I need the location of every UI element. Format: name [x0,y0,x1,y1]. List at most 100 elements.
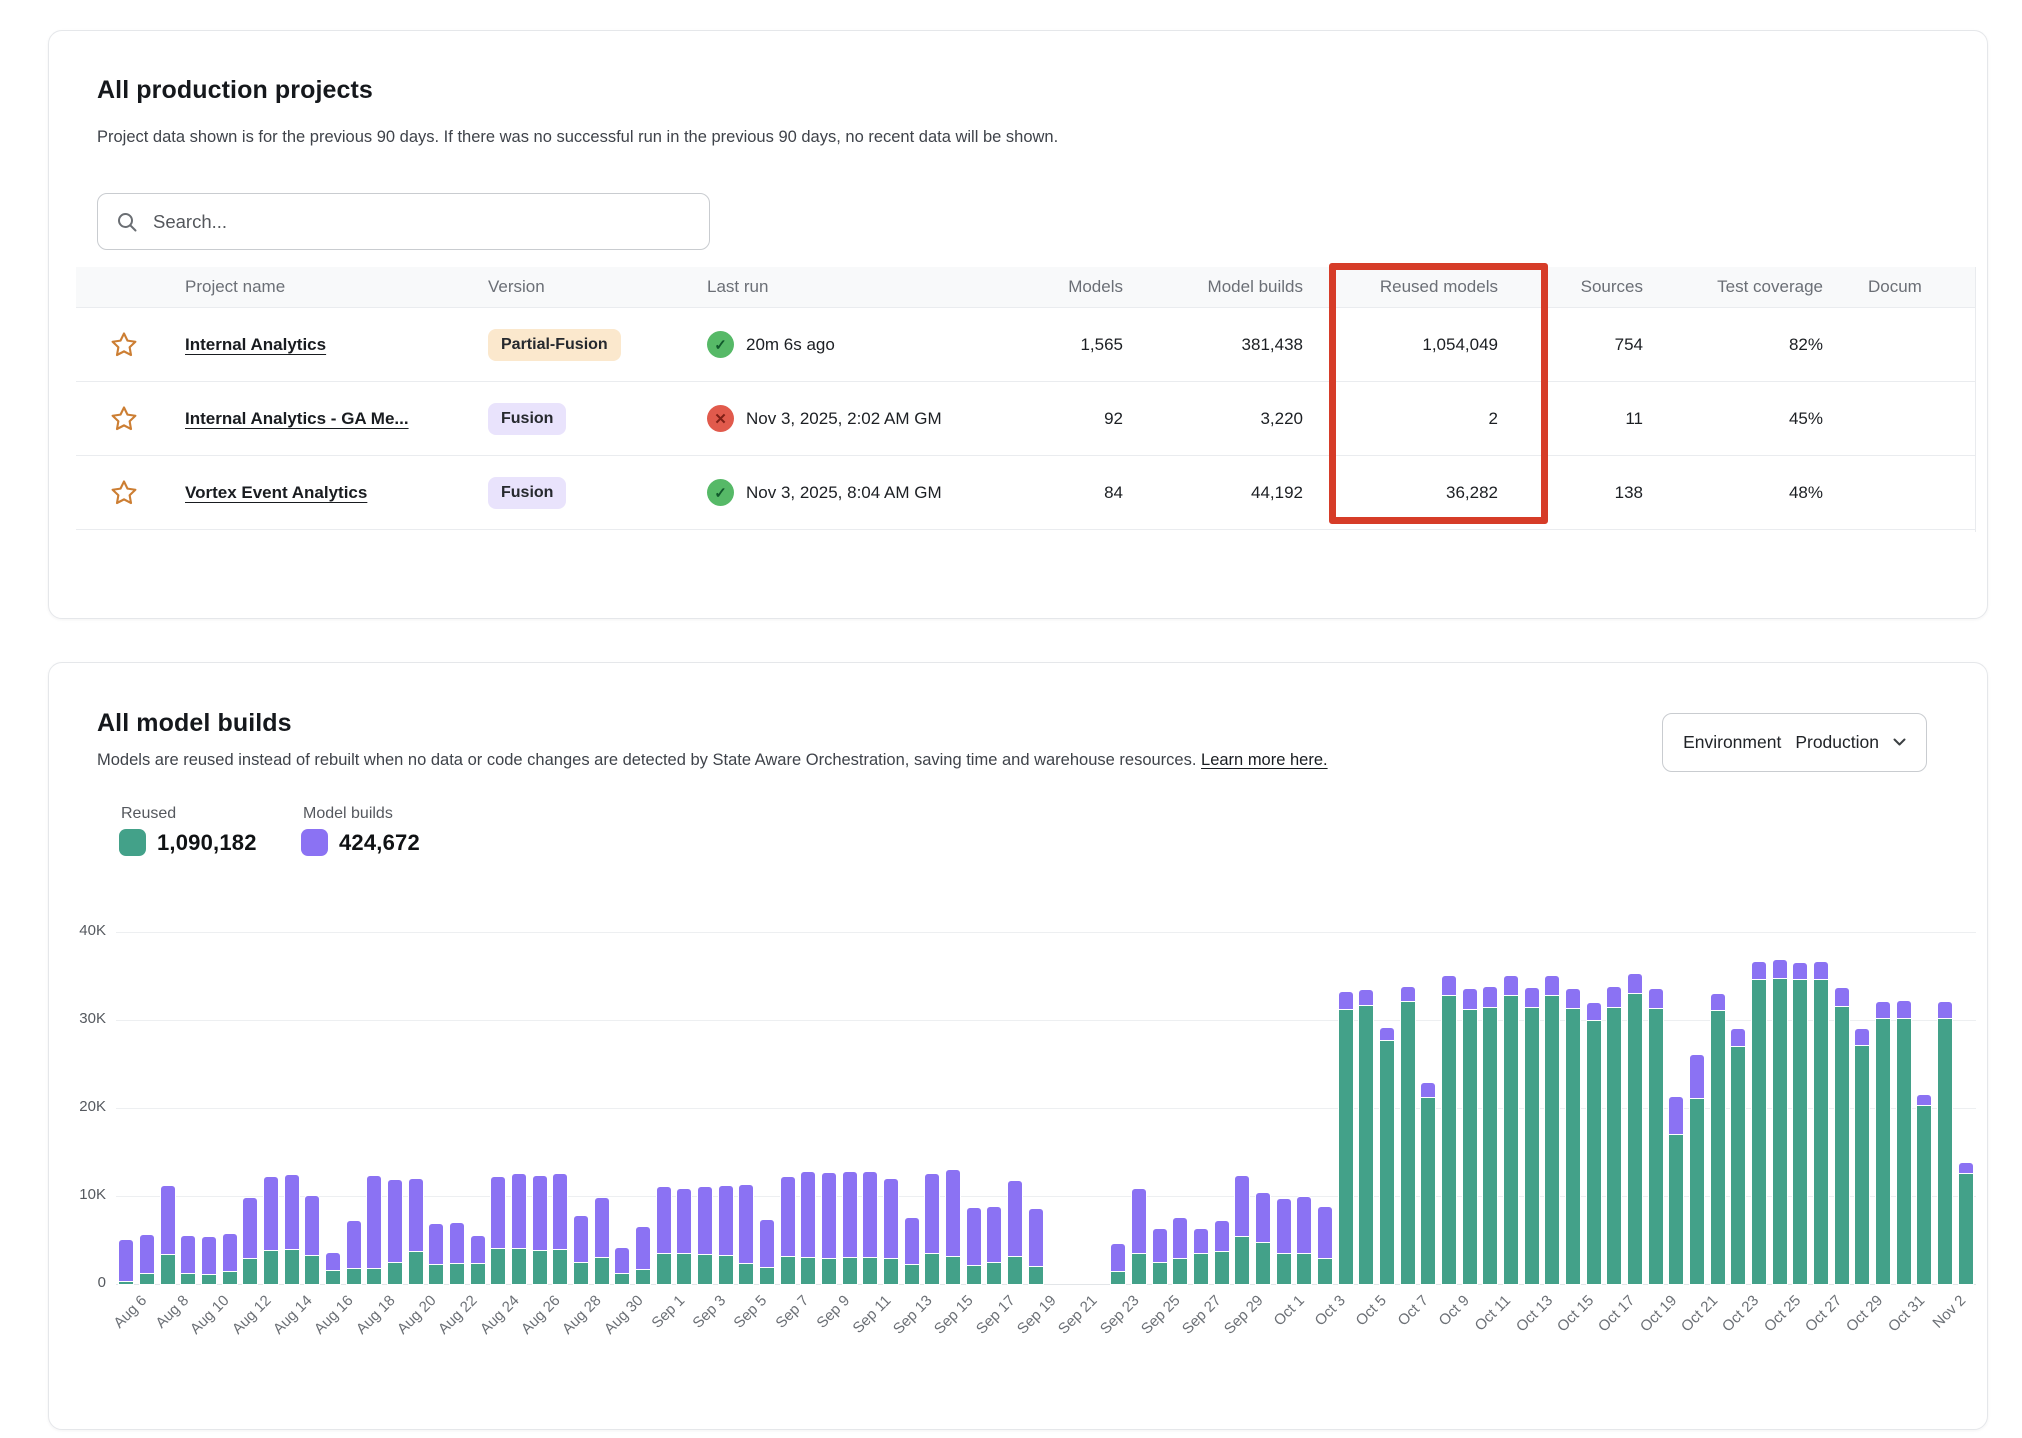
chart-bar[interactable] [905,663,919,1284]
chart-bar[interactable] [1752,663,1766,1284]
chart-bar[interactable] [760,663,774,1284]
chart-bar[interactable] [863,663,877,1284]
chart-bar[interactable] [367,663,381,1284]
search-box[interactable] [97,193,710,250]
chart-bar[interactable] [1173,663,1187,1284]
search-input[interactable] [151,210,691,234]
chart-bar[interactable] [1401,663,1415,1284]
chart-bar[interactable] [1669,663,1683,1284]
chart-bar[interactable] [1793,663,1807,1284]
col-header-docum[interactable]: Docum [1831,277,1976,297]
chart-bar[interactable] [285,663,299,1284]
chart-bar[interactable] [119,663,133,1284]
chart-bar[interactable] [1318,663,1332,1284]
col-header-last-run[interactable]: Last run [686,277,1006,297]
chart-bar[interactable] [967,663,981,1284]
chart-bar[interactable] [987,663,1001,1284]
chart-bar[interactable] [264,663,278,1284]
chart-bar[interactable] [1690,663,1704,1284]
chart-bar[interactable] [1029,663,1043,1284]
project-name-link[interactable]: Internal Analytics - GA Me... [185,409,409,428]
chart-bar[interactable] [223,663,237,1284]
chart-bar[interactable] [1483,663,1497,1284]
chart-bar[interactable] [1711,663,1725,1284]
chart-bar[interactable] [574,663,588,1284]
chart-bar[interactable] [388,663,402,1284]
chart-bar[interactable] [801,663,815,1284]
chart-bar[interactable] [1814,663,1828,1284]
chart-bar[interactable] [553,663,567,1284]
chart-bar[interactable] [1525,663,1539,1284]
chart-bar[interactable] [1463,663,1477,1284]
chart-bar[interactable] [1897,663,1911,1284]
chart-bar[interactable] [1194,663,1208,1284]
col-header-test-coverage[interactable]: Test coverage [1651,277,1831,297]
chart-bar[interactable] [1835,663,1849,1284]
chart-bar[interactable] [1297,663,1311,1284]
chart-bar[interactable] [677,663,691,1284]
chart-bar[interactable] [1132,663,1146,1284]
chart-bar[interactable] [1566,663,1580,1284]
chart-bar[interactable] [1215,663,1229,1284]
chart-bar[interactable] [1917,663,1931,1284]
star-icon[interactable] [109,404,139,434]
chart-bar[interactable] [243,663,257,1284]
chart-bar[interactable] [843,663,857,1284]
chart-bar[interactable] [140,663,154,1284]
chart-bar[interactable] [181,663,195,1284]
chart-bar[interactable] [161,663,175,1284]
chart-bar[interactable] [1649,663,1663,1284]
chart-bar[interactable] [1855,663,1869,1284]
chart-bar[interactable] [1421,663,1435,1284]
chart-bar[interactable] [739,663,753,1284]
chart-bar[interactable] [1876,663,1890,1284]
chart-bar[interactable] [429,663,443,1284]
chart-bar[interactable] [1545,663,1559,1284]
chart-bar[interactable] [326,663,340,1284]
star-icon[interactable] [109,330,139,360]
chart-bar[interactable] [202,663,216,1284]
chart-bar[interactable] [1938,663,1952,1284]
chart-bar[interactable] [1380,663,1394,1284]
chart-bar[interactable] [1731,663,1745,1284]
star-icon[interactable] [109,478,139,508]
chart-bar[interactable] [1008,663,1022,1284]
chart-bar[interactable] [822,663,836,1284]
chart-bar[interactable] [512,663,526,1284]
chart-bar[interactable] [719,663,733,1284]
chart-bar[interactable] [1153,663,1167,1284]
chart-bar[interactable] [450,663,464,1284]
chart-bar[interactable] [595,663,609,1284]
chart-bar[interactable] [491,663,505,1284]
chart-bar[interactable] [1628,663,1642,1284]
chart-bar[interactable] [1773,663,1787,1284]
chart-bar[interactable] [1587,663,1601,1284]
chart-bar[interactable] [409,663,423,1284]
chart-bar[interactable] [1607,663,1621,1284]
chart-bar[interactable] [698,663,712,1284]
col-header-model-builds[interactable]: Model builds [1131,277,1311,297]
chart-bar[interactable] [636,663,650,1284]
chart-bar[interactable] [1235,663,1249,1284]
chart-bar[interactable] [946,663,960,1284]
chart-bar[interactable] [615,663,629,1284]
chart-bar[interactable] [1277,663,1291,1284]
chart-bar[interactable] [1111,663,1125,1284]
project-name-link[interactable]: Vortex Event Analytics [185,483,367,502]
chart-bar[interactable] [1959,663,1973,1284]
chart-bar[interactable] [1504,663,1518,1284]
col-header-project-name[interactable]: Project name [171,277,456,297]
project-name-link[interactable]: Internal Analytics [185,335,326,354]
chart-bar[interactable] [1339,663,1353,1284]
chart-bar[interactable] [1442,663,1456,1284]
chart-bar[interactable] [471,663,485,1284]
chart-bar[interactable] [884,663,898,1284]
col-header-version[interactable]: Version [456,277,686,297]
chart-bar[interactable] [305,663,319,1284]
chart-bar[interactable] [781,663,795,1284]
col-header-reused-models[interactable]: Reused models [1311,277,1506,297]
chart-bar[interactable] [1256,663,1270,1284]
chart-bar[interactable] [657,663,671,1284]
chart-bar[interactable] [533,663,547,1284]
chart-bar[interactable] [1359,663,1373,1284]
